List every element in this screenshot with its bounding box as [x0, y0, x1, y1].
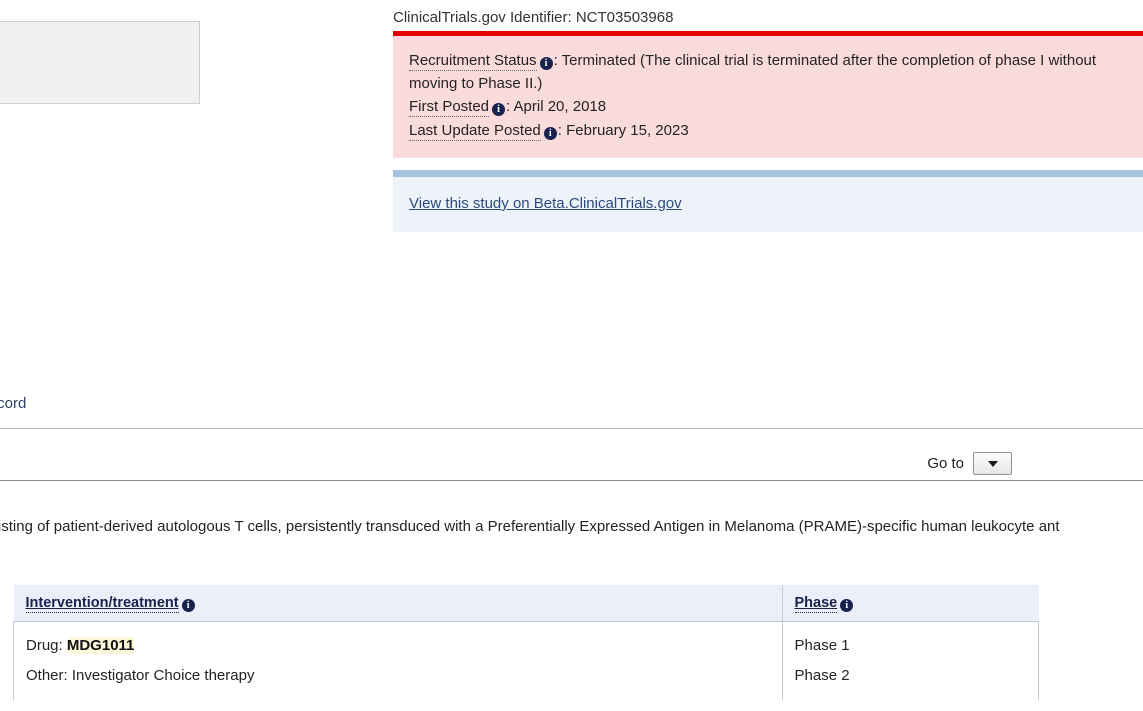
recruitment-status-line: Recruitment Statusi: Terminated (The cli… — [409, 50, 1127, 95]
last-update-posted-label[interactable]: Last Update Posted — [409, 122, 541, 141]
disclaimer-box: estigators. Listing a imer for details. — [0, 21, 200, 104]
disclaimer-line-1: estigators. Listing a — [0, 32, 185, 54]
first-posted-label[interactable]: First Posted — [409, 98, 489, 117]
intervention-table-head: Intervention/treatmenti Phasei — [14, 585, 1039, 622]
intervention-prefix: Drug: — [26, 637, 67, 654]
nct-identifier: ClinicalTrials.gov Identifier: NCT035039… — [393, 9, 673, 26]
phase-entry: Phase 2 — [795, 661, 1027, 691]
beta-banner: View this study on Beta.ClinicalTrials.g… — [393, 177, 1143, 232]
intervention-entry: Other: Investigator Choice therapy — [26, 661, 770, 691]
info-icon[interactable]: i — [544, 127, 557, 140]
table-header-row: Intervention/treatmenti Phasei — [14, 585, 1039, 622]
intervention-highlight-term: MDG1011 — [67, 637, 135, 654]
intervention-table-body: Drug: MDG1011 Other: Investigator Choice… — [14, 622, 1039, 701]
study-description: cinal product (IMP), consisting of patie… — [0, 516, 1143, 538]
first-posted-line: First Postedi: April 20, 2018 — [409, 96, 1127, 119]
phase-cell: Phase 1 Phase 2 — [782, 622, 1039, 701]
beta-banner-accent-bar — [393, 170, 1143, 177]
column-header-intervention-label[interactable]: Intervention/treatment — [26, 595, 179, 613]
goto-control: Go to — [927, 452, 1012, 475]
column-header-phase-label[interactable]: Phase — [795, 595, 838, 613]
beta-study-link[interactable]: View this study on Beta.ClinicalTrials.g… — [409, 195, 682, 212]
intervention-prefix: Other: Investigator Choice therapy — [26, 667, 254, 684]
divider-bottom — [0, 480, 1143, 481]
intervention-table: Intervention/treatmenti Phasei Drug: MDG… — [13, 585, 1039, 700]
disclaimer-line-2: imer for details. — [0, 54, 185, 76]
info-icon[interactable]: i — [182, 599, 195, 612]
info-icon[interactable]: i — [540, 57, 553, 70]
record-heading: Record — [0, 395, 26, 412]
column-header-intervention: Intervention/treatmenti — [14, 585, 783, 622]
recruitment-status-panel: Recruitment Statusi: Terminated (The cli… — [393, 36, 1143, 158]
last-update-posted-value: : February 15, 2023 — [558, 122, 689, 139]
column-header-phase: Phasei — [782, 585, 1039, 622]
info-icon[interactable]: i — [840, 599, 853, 612]
goto-select[interactable] — [973, 452, 1012, 475]
info-icon[interactable]: i — [492, 103, 505, 116]
phase-entry: Phase 1 — [795, 631, 1027, 661]
intervention-entry: Drug: MDG1011 — [26, 631, 770, 661]
intervention-cell: Drug: MDG1011 Other: Investigator Choice… — [14, 622, 783, 701]
divider-top — [0, 428, 1143, 429]
recruitment-status-label[interactable]: Recruitment Status — [409, 52, 537, 71]
last-update-posted-line: Last Update Postedi: February 15, 2023 — [409, 120, 1127, 143]
first-posted-value: : April 20, 2018 — [506, 98, 606, 115]
goto-label: Go to — [927, 455, 964, 472]
